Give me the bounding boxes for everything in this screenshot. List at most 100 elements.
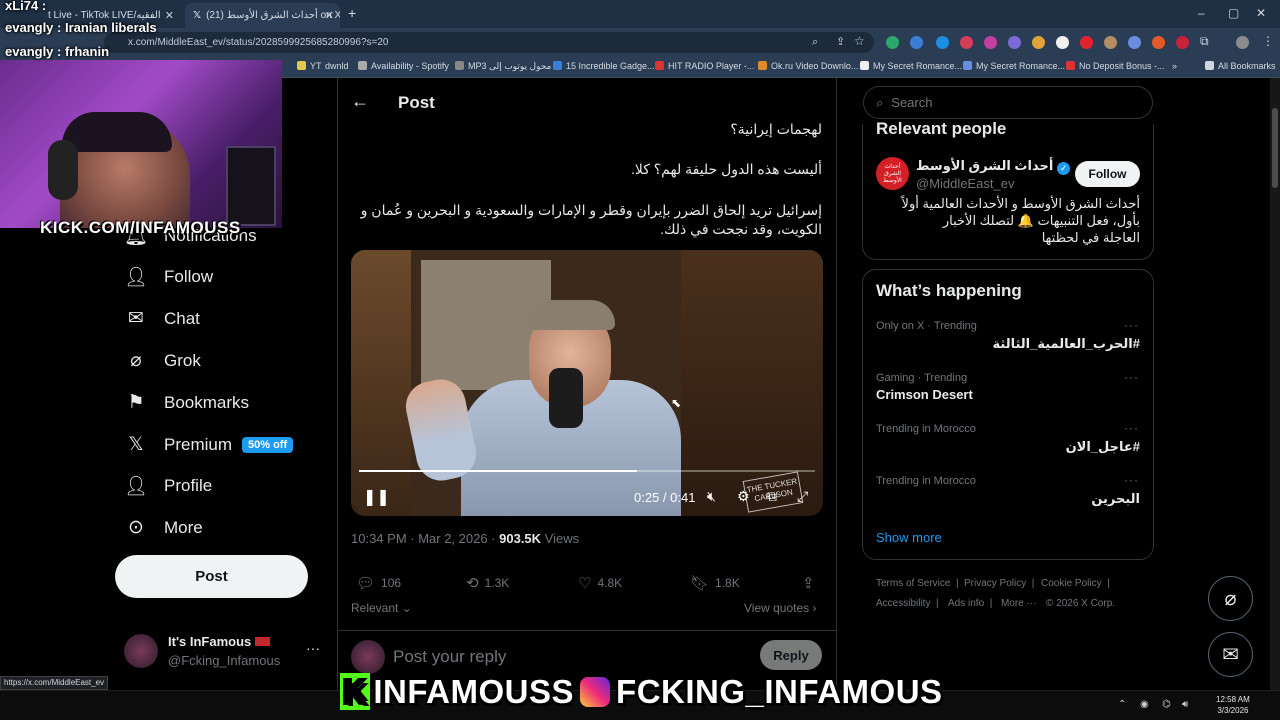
browser-tab-bar: t Live - TikTok LIVE/الفقيه ✕ 𝕏 (21) أحد…	[0, 0, 1280, 28]
bookmark-item[interactable]: 15 Incredible Gadge...	[553, 61, 655, 71]
bookmark-item[interactable]: dwnld	[325, 61, 349, 71]
nav-grok[interactable]: ⌀ Grok	[122, 349, 201, 372]
search-input[interactable]: ⌕ Search	[863, 86, 1153, 119]
star-icon[interactable]: ☆	[854, 34, 865, 48]
bookmark-stat[interactable]: 🔖︎ 1.8K	[690, 574, 740, 592]
puzzle-icon[interactable]: ⧉	[1200, 34, 1209, 49]
more-icon[interactable]: ···	[1124, 370, 1139, 384]
extension-icon[interactable]	[984, 36, 997, 49]
back-arrow-icon[interactable]: ←	[351, 91, 369, 112]
extension-icon[interactable]	[1008, 36, 1021, 49]
bookmark-item[interactable]: Availability - Spotify	[358, 61, 449, 71]
mute-icon[interactable]: 🔇︎	[707, 488, 716, 505]
bookmarks-overflow-icon[interactable]: »	[1172, 61, 1177, 71]
follow-button[interactable]: Follow	[1075, 161, 1140, 187]
bookmark-item[interactable]: My Secret Romance...	[860, 61, 962, 71]
bookmark-item[interactable]: MP3 محول يوتوب إلى	[455, 61, 551, 72]
close-window-button[interactable]: ✕	[1256, 6, 1266, 20]
more-circle-icon: ⊙	[128, 517, 144, 538]
extension-icon[interactable]	[1176, 36, 1189, 49]
webcam-overlay	[0, 60, 282, 228]
reply-stat[interactable]: 💬︎ 106	[356, 574, 401, 592]
extension-icon[interactable]	[1152, 36, 1165, 49]
extension-icon[interactable]	[910, 36, 923, 49]
scrollbar-thumb[interactable]	[1272, 108, 1278, 188]
bookmark-item[interactable]: HIT RADIO Player -...	[655, 61, 754, 71]
nav-premium[interactable]: 𝕏 Premium 50% off	[122, 433, 294, 456]
show-more-link[interactable]: Show more	[876, 530, 942, 545]
footer-link[interactable]: Privacy Policy |	[964, 578, 1034, 589]
network-icon[interactable]: ⌬	[1162, 699, 1171, 710]
like-stat[interactable]: ♡ 4.8K	[578, 574, 622, 592]
footer-link[interactable]: Terms of Service |	[876, 578, 959, 589]
post-button[interactable]: Post	[115, 555, 308, 598]
reply-button[interactable]: Reply	[760, 640, 822, 670]
tray-icon[interactable]: ◉	[1140, 699, 1149, 710]
maximize-button[interactable]: ▢	[1228, 6, 1239, 20]
close-icon[interactable]: ✕	[325, 9, 334, 22]
trend-item[interactable]: #عاجل_الان	[876, 439, 1140, 455]
view-quotes-link[interactable]: View quotes ›	[744, 601, 817, 615]
trend-item[interactable]: البحرين	[876, 491, 1140, 507]
profile-avatar-icon[interactable]	[1236, 36, 1249, 49]
more-icon[interactable]: ···	[1124, 421, 1139, 435]
webcam-scene	[226, 146, 276, 226]
scrollbar[interactable]	[1270, 78, 1280, 690]
more-icon[interactable]: ···	[1124, 318, 1139, 332]
more-icon[interactable]: ···	[1124, 473, 1139, 487]
extension-icon[interactable]	[1128, 36, 1141, 49]
video-progress-bar[interactable]	[359, 470, 815, 472]
nav-more[interactable]: ⊙ More	[122, 516, 203, 539]
minimize-button[interactable]: –	[1198, 6, 1205, 20]
extension-icon[interactable]	[1104, 36, 1117, 49]
video-scene	[681, 250, 823, 516]
more-icon[interactable]: ···	[306, 640, 320, 656]
nav-bookmarks[interactable]: ⚑ Bookmarks	[122, 391, 249, 414]
bookmark-item[interactable]: No Deposit Bonus -...	[1066, 61, 1165, 71]
extension-icon[interactable]	[1056, 36, 1069, 49]
clock[interactable]: 12:58 AM 3/3/2026	[1216, 694, 1250, 716]
close-icon[interactable]: ✕	[165, 9, 174, 22]
tray-icon[interactable]: ⌃	[1118, 699, 1126, 710]
bookmark-item[interactable]: My Secret Romance...	[963, 61, 1065, 71]
nav-profile[interactable]: 👤︎ Profile	[122, 474, 212, 498]
avatar[interactable]: أحداث الشرق الأوسط	[876, 157, 909, 190]
messages-fab[interactable]: ✉	[1208, 632, 1253, 677]
extension-icon[interactable]	[886, 36, 899, 49]
volume-icon[interactable]: 🔊︎	[1182, 699, 1188, 710]
share-icon[interactable]: ⇪	[836, 35, 845, 48]
extension-icon[interactable]	[960, 36, 973, 49]
repost-stat[interactable]: ⟲ 1.3K	[466, 574, 509, 592]
nav-chat[interactable]: ✉ Chat	[122, 307, 200, 330]
mail-icon: ✉	[1222, 644, 1239, 666]
footer-link[interactable]: Accessibility |	[876, 598, 939, 609]
video-scene	[351, 250, 411, 516]
extension-icon[interactable]	[936, 36, 949, 49]
grok-fab[interactable]: ⌀	[1208, 576, 1253, 621]
extension-icon[interactable]	[1080, 36, 1093, 49]
new-tab-button[interactable]: +	[348, 5, 356, 21]
profile-name[interactable]: أحداث الشرق الأوسط ✓	[916, 158, 1071, 175]
address-bar[interactable]: x.com/MiddleEast_ev/status/2028599925685…	[104, 32, 874, 53]
menu-icon[interactable]: ⋮	[1262, 34, 1274, 48]
nav-follow[interactable]: 👤︎ Follow	[122, 265, 213, 289]
bookmark-item[interactable]: YT	[297, 61, 322, 71]
sort-relevant-dropdown[interactable]: Relevant ⌄	[351, 601, 412, 615]
footer-link[interactable]: More ···	[1001, 598, 1037, 609]
trend-item[interactable]: Crimson Desert	[876, 387, 973, 402]
account-switcher[interactable]: It's InFamous @Fcking_Infamous ···	[124, 632, 324, 672]
webcam-scene	[62, 112, 172, 152]
footer-link[interactable]: Cookie Policy |	[1041, 578, 1110, 589]
video-player[interactable]: ⬉ ❚❚ 0:25 / 0:41 🔇︎ ⚙ ⧉ ⤢ THE TUCKER CAR…	[351, 250, 823, 516]
reply-input[interactable]: Post your reply	[393, 647, 506, 667]
share-button[interactable]: ⇪	[802, 574, 821, 592]
extension-icon[interactable]	[1032, 36, 1045, 49]
instagram-handle: FCKING_INFAMOUS	[616, 673, 943, 710]
bookmark-item[interactable]: Ok.ru Video Downlo...	[758, 61, 858, 71]
tab-x-post[interactable]: 𝕏 (21) أحداث الشرق الأوسط on X ✕	[185, 3, 340, 28]
trend-item[interactable]: #الحرب_العالمية_الثالثة	[876, 336, 1141, 352]
footer-link[interactable]: Ads info |	[948, 598, 992, 609]
pause-icon[interactable]: ❚❚	[363, 487, 390, 507]
all-bookmarks[interactable]: All Bookmarks	[1205, 61, 1276, 71]
search-icon[interactable]: ⌕	[812, 36, 818, 49]
